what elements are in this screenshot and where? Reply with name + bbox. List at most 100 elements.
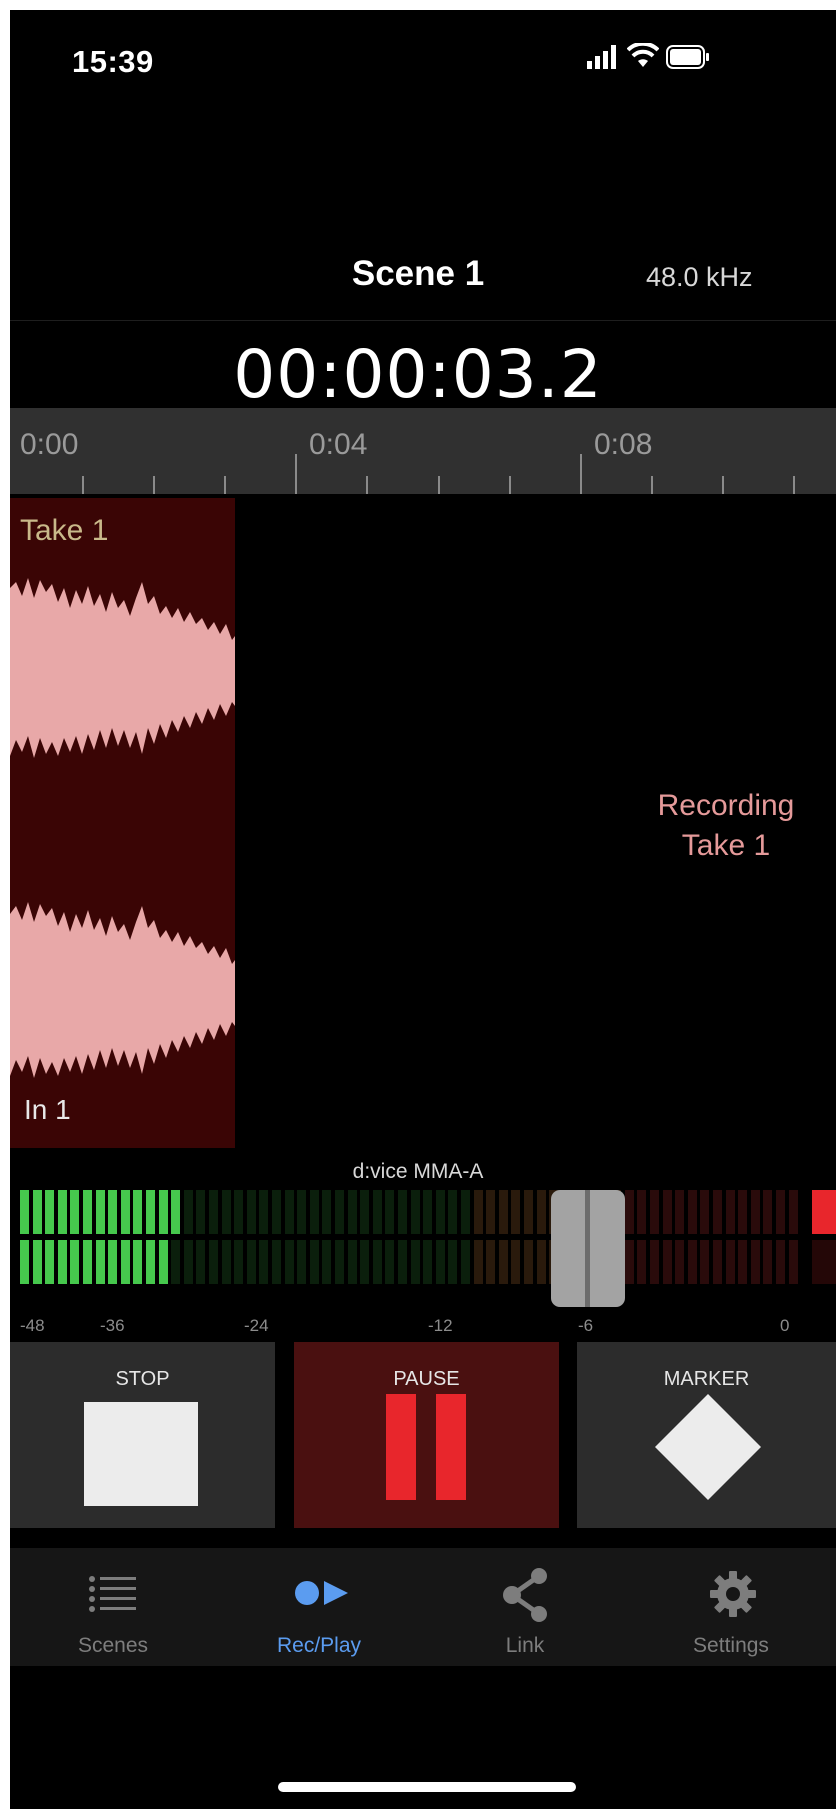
meter-segment — [498, 1240, 508, 1284]
meter-segment — [700, 1240, 710, 1284]
time-counter: 00:00:03.2 — [233, 336, 603, 413]
meter-segment — [448, 1190, 458, 1234]
meter-segment — [788, 1190, 798, 1234]
ruler-tick — [82, 476, 84, 494]
meter-segment — [486, 1190, 496, 1234]
take-name: Take 1 — [20, 514, 109, 547]
ruler-label-4: 0:04 — [309, 428, 368, 461]
meter-segment — [713, 1190, 722, 1234]
ruler-tick — [224, 476, 226, 494]
meter-segment — [473, 1190, 483, 1234]
gear-icon — [710, 1571, 756, 1617]
pause-label: PAUSE — [393, 1368, 460, 1390]
scale-label: 0 — [780, 1316, 790, 1335]
meter-segment — [83, 1240, 92, 1284]
meter-segment — [687, 1240, 697, 1284]
meter-segment — [700, 1190, 710, 1234]
meter-segment — [234, 1190, 244, 1234]
ruler-tick — [295, 454, 297, 494]
scale-label: -48 — [20, 1316, 45, 1335]
recording-status-line1: Recording — [657, 789, 795, 822]
meter-segment — [322, 1190, 332, 1234]
meter-segment — [410, 1190, 420, 1234]
meter-segment — [536, 1190, 546, 1234]
meter-segment — [675, 1190, 685, 1234]
meter-segment — [146, 1190, 155, 1234]
ruler-tick — [366, 476, 368, 494]
meter-segment — [713, 1240, 722, 1284]
meter-segment — [70, 1190, 80, 1234]
meter-segment — [398, 1190, 407, 1234]
pause-icon — [386, 1394, 466, 1500]
meter-segment — [20, 1240, 29, 1284]
battery-icon — [666, 45, 710, 74]
meter-segment — [360, 1190, 370, 1234]
meter-segment — [750, 1190, 760, 1234]
meter-segment — [360, 1240, 370, 1284]
meter-segment — [95, 1190, 105, 1234]
meter-segment — [461, 1240, 470, 1284]
waveform-bottom — [10, 902, 235, 1078]
diamond-icon — [655, 1394, 761, 1500]
pause-button[interactable]: PAUSE — [294, 1342, 559, 1528]
input-label: In 1 — [24, 1094, 71, 1125]
meter-segment — [335, 1240, 344, 1284]
meter-segment — [234, 1240, 244, 1284]
scale-label: -6 — [578, 1316, 594, 1335]
timeline-ruler[interactable]: 0:00 0:04 0:08 — [10, 408, 836, 494]
tab-link[interactable]: Link — [422, 1548, 628, 1666]
meter-segment — [183, 1190, 193, 1234]
meter-segment — [20, 1190, 29, 1234]
meter-segment — [32, 1240, 42, 1284]
meter-segment — [146, 1240, 155, 1284]
meter-segment — [57, 1190, 67, 1234]
meter-segment — [32, 1190, 42, 1234]
meter-segment — [738, 1240, 748, 1284]
ruler-tick — [793, 476, 795, 494]
app-screen: 15:39 Scene 1 48.0 kHz 00:00:03.2 0:00 0… — [10, 10, 836, 1809]
meter-segment — [335, 1190, 344, 1234]
recording-status: Recording Take 1 — [616, 786, 836, 866]
meter-segment — [372, 1240, 382, 1284]
meter-segment — [725, 1240, 735, 1284]
share-icon — [503, 1568, 547, 1622]
record-play-icon — [295, 1581, 348, 1605]
take-region[interactable]: Take 1 In 1 — [10, 498, 235, 1148]
header-divider — [10, 320, 836, 321]
meter-segment — [776, 1240, 785, 1284]
meter-segment — [524, 1190, 533, 1234]
tab-settings[interactable]: Settings — [628, 1548, 834, 1666]
meter-segment — [108, 1190, 118, 1234]
tab-scenes[interactable]: Scenes — [10, 1548, 216, 1666]
meter-segment — [624, 1190, 634, 1234]
sample-rate: 48.0 kHz — [646, 262, 753, 292]
wifi-icon — [626, 41, 660, 74]
meter-segment — [637, 1240, 647, 1284]
marker-label: MARKER — [663, 1368, 750, 1390]
stop-button[interactable]: STOP — [10, 1342, 275, 1528]
meter-segment — [196, 1240, 206, 1284]
scale-label: -36 — [100, 1316, 125, 1335]
status-time: 15:39 — [72, 44, 154, 79]
meter-segment — [297, 1190, 307, 1234]
level-meter-channel-1 — [20, 1190, 820, 1234]
meter-segment — [624, 1240, 634, 1284]
meter-segment — [498, 1190, 508, 1234]
meter-segment — [435, 1240, 445, 1284]
meter-segment — [398, 1240, 407, 1284]
stop-icon — [84, 1402, 198, 1506]
meter-segment — [423, 1240, 433, 1284]
input-gain-fader[interactable] — [551, 1190, 625, 1307]
meter-segment — [309, 1240, 319, 1284]
meter-segment — [45, 1190, 55, 1234]
meter-segment — [524, 1240, 533, 1284]
meter-segment — [347, 1240, 357, 1284]
meter-segment — [133, 1240, 143, 1284]
marker-button[interactable]: MARKER — [577, 1342, 836, 1528]
meter-segment — [725, 1190, 735, 1234]
tab-rec-play[interactable]: Rec/Play — [216, 1548, 422, 1666]
meter-segment — [70, 1240, 80, 1284]
meter-segment — [662, 1190, 672, 1234]
meter-segment — [57, 1240, 67, 1284]
meter-segment — [246, 1190, 256, 1234]
